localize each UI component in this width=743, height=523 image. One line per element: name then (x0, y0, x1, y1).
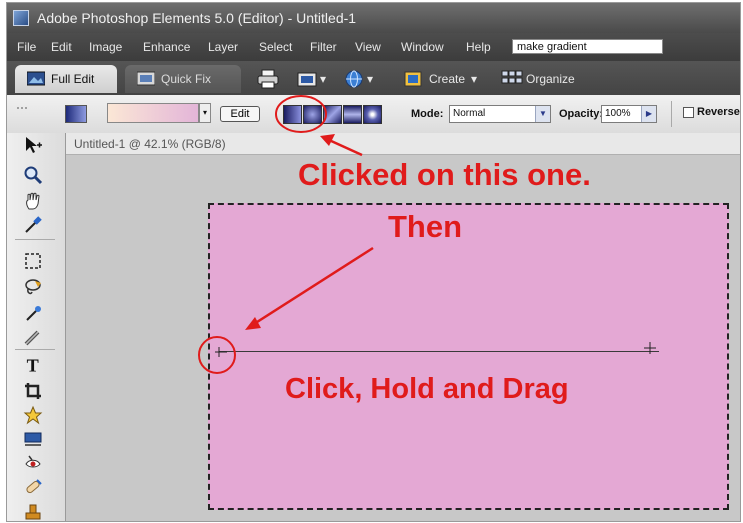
arrowhead (245, 317, 261, 330)
annotation-drag: Click, Hold and Drag (285, 373, 569, 405)
annotation-clicked: Clicked on this one. (298, 157, 591, 192)
photoshop-window: Adobe Photoshop Elements 5.0 (Editor) - … (6, 2, 741, 522)
arrow-to-gradient-type (328, 138, 363, 157)
highlight-circle-gradient-type (275, 95, 327, 133)
annotation-overlay (198, 95, 374, 374)
highlight-circle-start-point (198, 336, 236, 374)
arrowhead (320, 134, 335, 146)
arrow-to-start-point (253, 246, 374, 326)
annotation-then: Then (388, 209, 463, 244)
